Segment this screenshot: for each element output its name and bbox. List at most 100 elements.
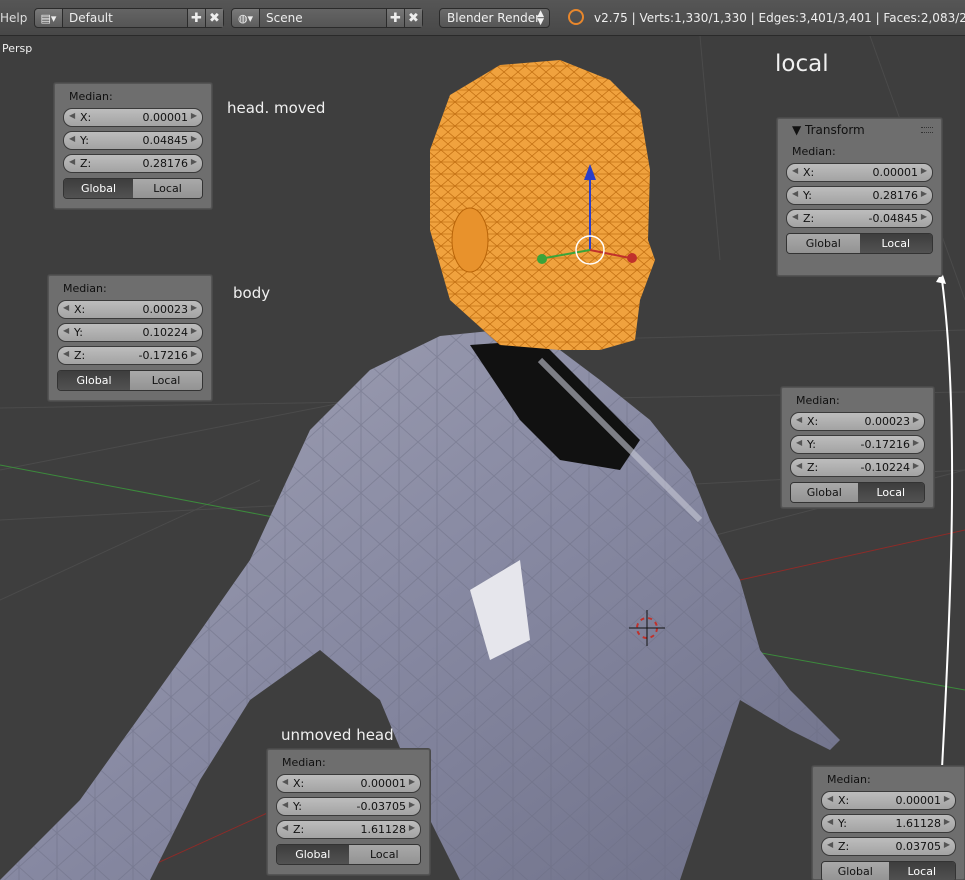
increment-arrow-icon[interactable]: ▶ — [913, 461, 919, 470]
z-label: Z: — [803, 212, 815, 225]
decrement-arrow-icon[interactable]: ◀ — [796, 438, 802, 447]
increment-arrow-icon[interactable]: ▶ — [944, 794, 950, 803]
blender-window: Help ▤▾ Default ✚ ✖ ◍▾ Scene ✚ ✖ Blender… — [0, 0, 965, 880]
render-engine-dropdown[interactable]: Blender Render ▲ ▼ — [439, 8, 550, 28]
space-toggle: Global Local — [276, 844, 421, 865]
local-button[interactable]: Local — [348, 845, 420, 864]
head-mesh[interactable] — [430, 60, 655, 350]
median-z-field[interactable]: ◀ Z: 0.03705 ▶ — [821, 837, 956, 856]
median-x-field[interactable]: ◀ X: 0.00023 ▶ — [57, 300, 203, 319]
decrement-arrow-icon[interactable]: ◀ — [792, 189, 798, 198]
global-button[interactable]: Global — [787, 234, 860, 253]
close-scene-icon[interactable]: ✖ — [404, 9, 422, 27]
median-z-field[interactable]: ◀ Z: -0.17216 ▶ — [57, 346, 203, 365]
median-x-field[interactable]: ◀ X: 0.00001 ▶ — [63, 108, 203, 127]
median-y-value: -0.03705 — [356, 800, 406, 813]
increment-arrow-icon[interactable]: ▶ — [921, 212, 927, 221]
decrement-arrow-icon[interactable]: ◀ — [282, 800, 288, 809]
global-button[interactable]: Global — [58, 371, 130, 390]
add-layout-icon[interactable]: ✚ — [187, 9, 205, 27]
decrement-arrow-icon[interactable]: ◀ — [827, 794, 833, 803]
global-button[interactable]: Global — [64, 179, 133, 198]
decrement-arrow-icon[interactable]: ◀ — [796, 415, 802, 424]
decrement-arrow-icon[interactable]: ◀ — [63, 303, 69, 312]
screen-layout-selector[interactable]: ▤▾ Default ✚ ✖ — [34, 8, 224, 28]
decrement-arrow-icon[interactable]: ◀ — [282, 777, 288, 786]
increment-arrow-icon[interactable]: ▶ — [191, 349, 197, 358]
increment-arrow-icon[interactable]: ▶ — [191, 157, 197, 166]
z-label: Z: — [838, 840, 850, 853]
decrement-arrow-icon[interactable]: ◀ — [827, 840, 833, 849]
median-x-value: 0.00023 — [864, 415, 911, 428]
median-z-field[interactable]: ◀ Z: 1.61128 ▶ — [276, 820, 421, 839]
increment-arrow-icon[interactable]: ▶ — [191, 134, 197, 143]
median-y-field[interactable]: ◀ Y: 1.61128 ▶ — [821, 814, 956, 833]
median-y-field[interactable]: ◀ Y: 0.04845 ▶ — [63, 131, 203, 150]
help-menu[interactable]: Help — [0, 11, 27, 25]
screen-layout-field[interactable]: Default — [63, 9, 187, 27]
scene-statistics: v2.75 | Verts:1,330/1,330 | Edges:3,401/… — [594, 11, 965, 25]
close-layout-icon[interactable]: ✖ — [205, 9, 223, 27]
add-scene-icon[interactable]: ✚ — [386, 9, 404, 27]
scene-selector[interactable]: ◍▾ Scene ✚ ✖ — [231, 8, 423, 28]
median-y-field[interactable]: ◀ Y: -0.03705 ▶ — [276, 797, 421, 816]
median-x-field[interactable]: ◀ X: 0.00001 ▶ — [821, 791, 956, 810]
decrement-arrow-icon[interactable]: ◀ — [69, 134, 75, 143]
increment-arrow-icon[interactable]: ▶ — [913, 438, 919, 447]
increment-arrow-icon[interactable]: ▶ — [409, 823, 415, 832]
annotation-local: local — [775, 51, 829, 77]
median-y-field[interactable]: ◀ Y: 0.10224 ▶ — [57, 323, 203, 342]
global-button[interactable]: Global — [277, 845, 349, 864]
increment-arrow-icon[interactable]: ▶ — [913, 415, 919, 424]
median-y-field[interactable]: ◀ Y: -0.17216 ▶ — [790, 435, 925, 454]
median-y-field[interactable]: ◀ Y: 0.28176 ▶ — [786, 186, 933, 205]
y-label: Y: — [80, 134, 89, 147]
local-button[interactable]: Local — [133, 179, 202, 198]
scene-icon[interactable]: ◍▾ — [232, 9, 260, 27]
transform-panel: ▼ Transform Median: ◀ X: 0.00001 ▶ ◀ Y: 0.281… — [777, 118, 942, 276]
median-x-field[interactable]: ◀ X: 0.00023 ▶ — [790, 412, 925, 431]
collapse-triangle-icon[interactable]: ▼ — [792, 123, 805, 137]
local-button[interactable]: Local — [859, 234, 932, 253]
local-button[interactable]: Local — [857, 483, 924, 502]
median-y-value: 0.04845 — [142, 134, 189, 147]
median-z-field[interactable]: ◀ Z: -0.04845 ▶ — [786, 209, 933, 228]
decrement-arrow-icon[interactable]: ◀ — [282, 823, 288, 832]
increment-arrow-icon[interactable]: ▶ — [191, 326, 197, 335]
median-z-field[interactable]: ◀ Z: -0.10224 ▶ — [790, 458, 925, 477]
dropdown-arrows-icon: ▲ ▼ — [537, 9, 544, 27]
increment-arrow-icon[interactable]: ▶ — [191, 111, 197, 120]
decrement-arrow-icon[interactable]: ◀ — [63, 326, 69, 335]
global-button[interactable]: Global — [822, 862, 889, 880]
decrement-arrow-icon[interactable]: ◀ — [69, 157, 75, 166]
decrement-arrow-icon[interactable]: ◀ — [827, 817, 833, 826]
x-label: X: — [80, 111, 92, 124]
median-z-value: -0.10224 — [860, 461, 910, 474]
median-x-field[interactable]: ◀ X: 0.00001 ▶ — [786, 163, 933, 182]
decrement-arrow-icon[interactable]: ◀ — [69, 111, 75, 120]
increment-arrow-icon[interactable]: ▶ — [944, 817, 950, 826]
median-x-field[interactable]: ◀ X: 0.00001 ▶ — [276, 774, 421, 793]
decrement-arrow-icon[interactable]: ◀ — [63, 349, 69, 358]
screen-layout-icon[interactable]: ▤▾ — [35, 9, 63, 27]
scene-field[interactable]: Scene — [260, 9, 386, 27]
median-z-field[interactable]: ◀ Z: 0.28176 ▶ — [63, 154, 203, 173]
increment-arrow-icon[interactable]: ▶ — [944, 840, 950, 849]
annotation-head-moved: head. moved — [227, 99, 326, 117]
decrement-arrow-icon[interactable]: ◀ — [796, 461, 802, 470]
panel-drag-grip-icon[interactable] — [921, 127, 933, 133]
increment-arrow-icon[interactable]: ▶ — [921, 189, 927, 198]
increment-arrow-icon[interactable]: ▶ — [191, 303, 197, 312]
transform-panel-header[interactable]: ▼ Transform — [778, 119, 941, 141]
local-button[interactable]: Local — [888, 862, 955, 880]
local-button[interactable]: Local — [130, 371, 202, 390]
grid-x-axis-line-right — [739, 529, 965, 581]
increment-arrow-icon[interactable]: ▶ — [921, 166, 927, 175]
median-x-value: 0.00001 — [895, 794, 942, 807]
increment-arrow-icon[interactable]: ▶ — [409, 777, 415, 786]
increment-arrow-icon[interactable]: ▶ — [409, 800, 415, 809]
global-button[interactable]: Global — [791, 483, 858, 502]
median-panel-head-moved: Median: ◀ X: 0.00001 ▶ ◀ Y: 0.04845 ▶ ◀ Z: 0.281… — [54, 83, 212, 209]
decrement-arrow-icon[interactable]: ◀ — [792, 212, 798, 221]
decrement-arrow-icon[interactable]: ◀ — [792, 166, 798, 175]
